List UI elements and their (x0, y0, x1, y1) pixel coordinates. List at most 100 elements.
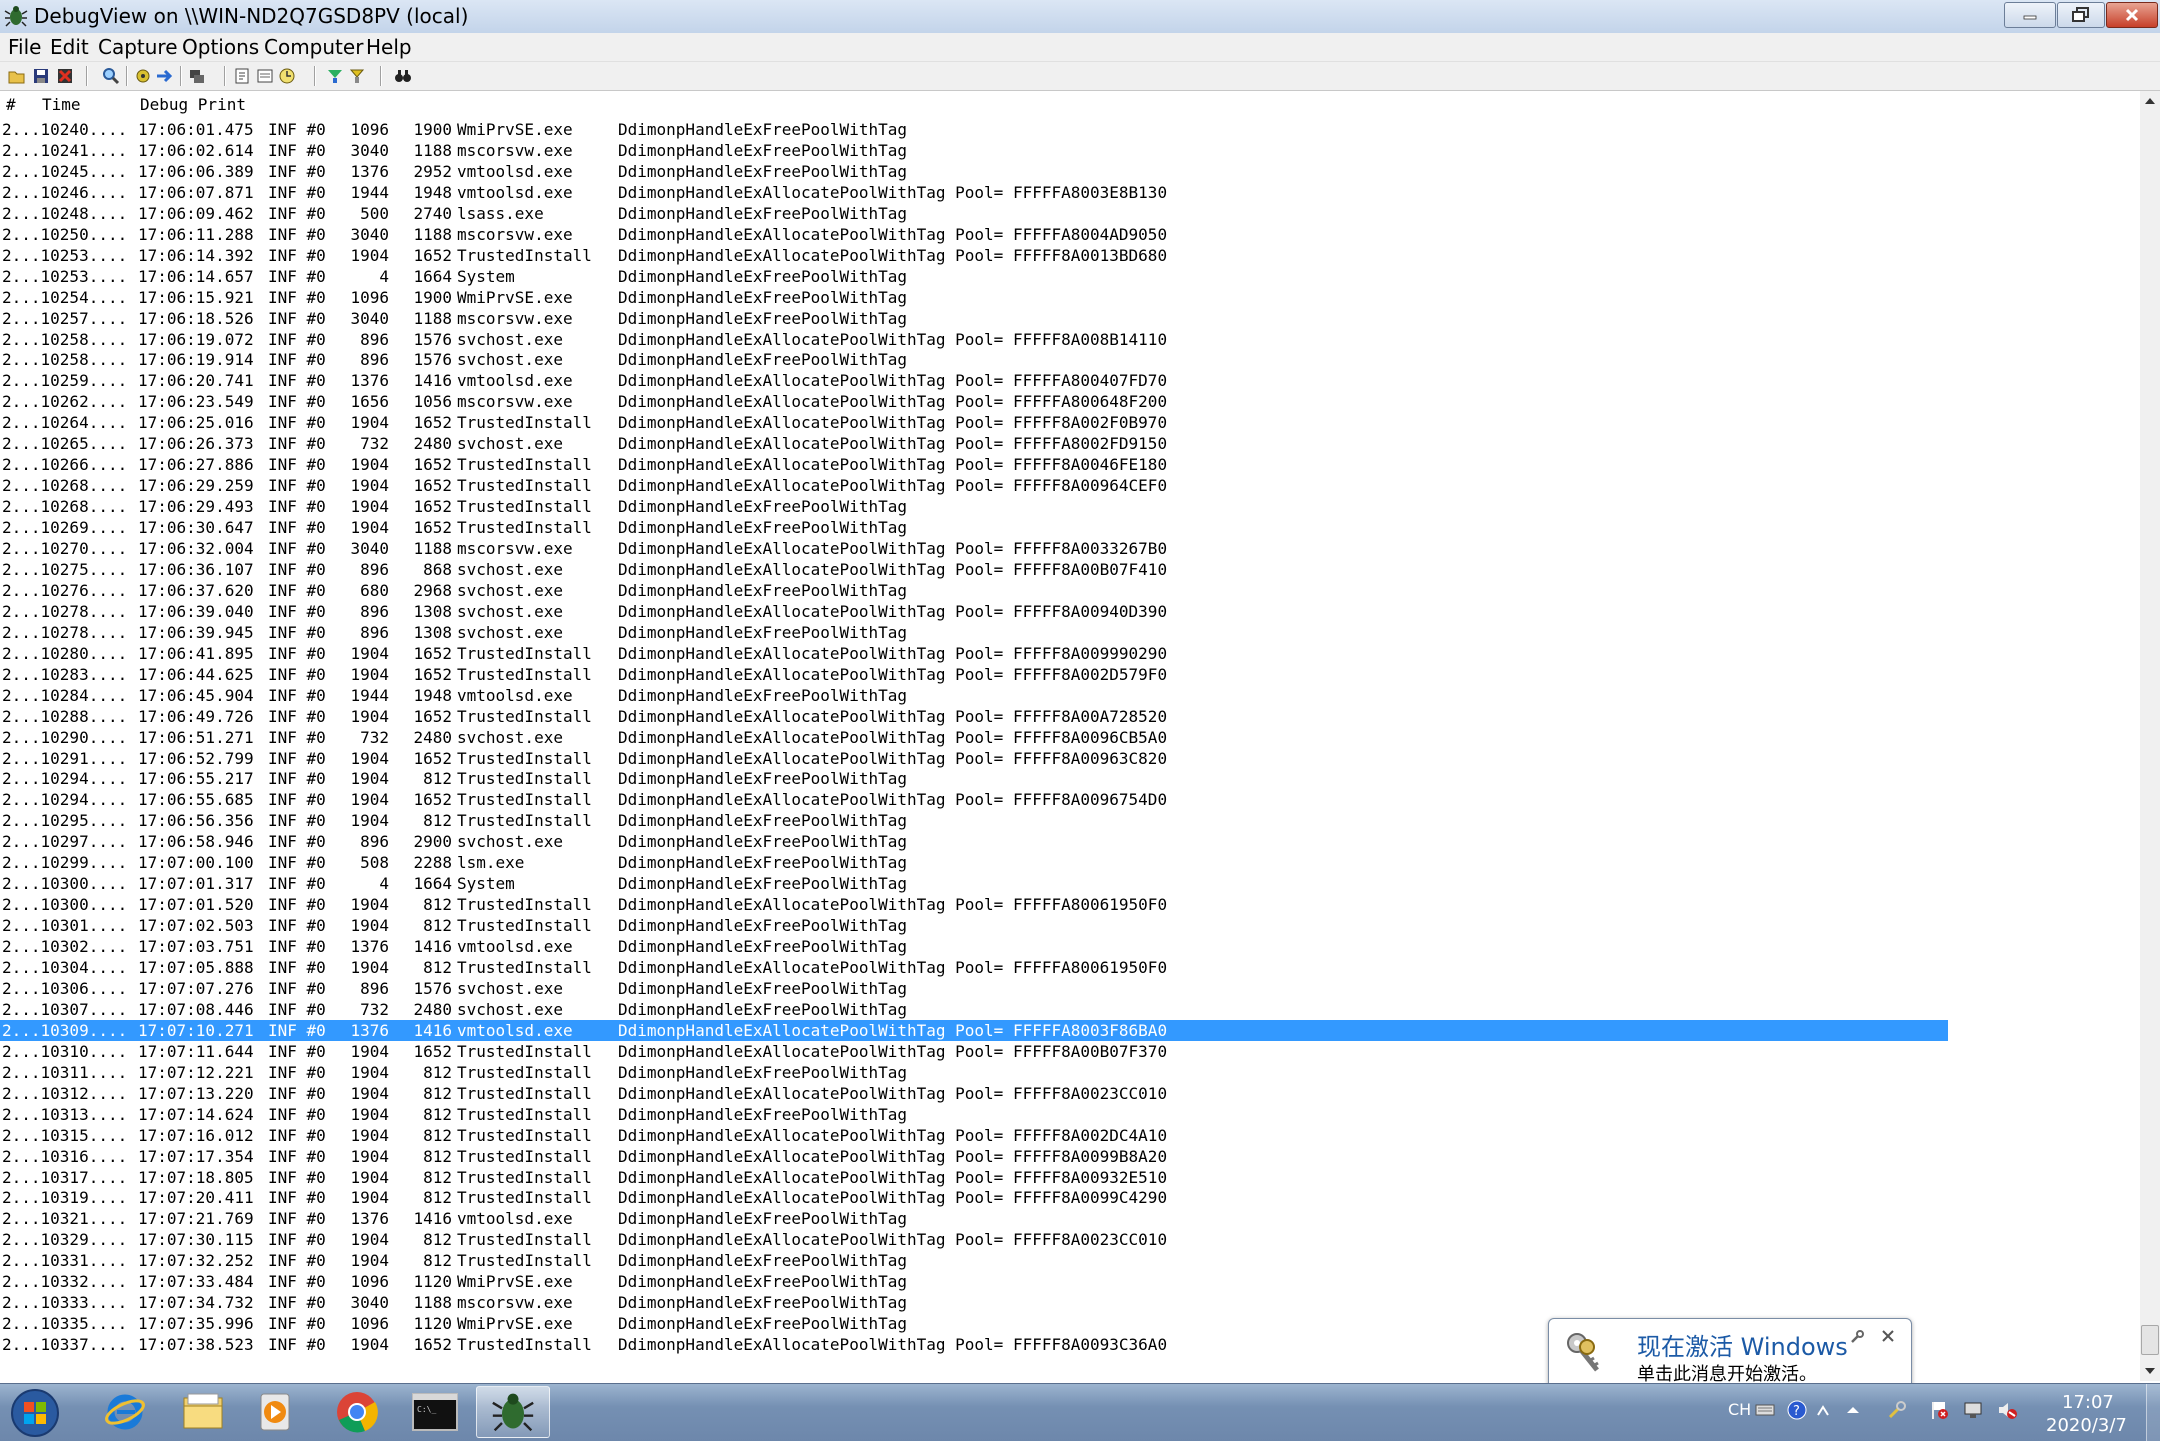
column-header-debug-print[interactable]: Debug Print (140, 95, 246, 114)
table-row[interactable]: 2...10332.... 17:07:33.484 INF #0 1096 1120 W… (0, 1271, 1948, 1292)
save-icon[interactable] (32, 67, 50, 85)
table-row[interactable]: 2...10276.... 17:06:37.620 INF #0 680 2968 sv… (0, 580, 1948, 601)
table-row[interactable]: 2...10317.... 17:07:18.805 INF #0 1904 812 Tr… (0, 1167, 1948, 1188)
menu-help[interactable]: Help (366, 35, 412, 59)
search-binoculars-icon[interactable] (394, 67, 412, 85)
autoscroll-icon[interactable] (156, 67, 174, 85)
table-row[interactable]: 2...10258.... 17:06:19.914 INF #0 896 1576 sv… (0, 349, 1948, 370)
table-row-selected[interactable]: 2...10309.... 17:07:10.271 INF #0 1376 1416 v… (0, 1019, 1948, 1041)
table-row[interactable]: 2...10300.... 17:07:01.520 INF #0 1904 812 Tr… (0, 894, 1948, 915)
show-desktop-button[interactable] (2146, 1384, 2160, 1441)
table-row[interactable]: 2...10294.... 17:06:55.685 INF #0 1904 1652 T… (0, 789, 1948, 810)
clock-icon[interactable] (278, 67, 296, 85)
connect-icon[interactable] (188, 67, 206, 85)
vertical-scrollbar[interactable] (2140, 91, 2160, 1381)
wrench-tray-icon[interactable] (1886, 1399, 1908, 1421)
table-row[interactable]: 2...10269.... 17:06:30.647 INF #0 1904 1652 T… (0, 517, 1948, 538)
table-row[interactable]: 2...10295.... 17:06:56.356 INF #0 1904 812 Tr… (0, 810, 1948, 831)
table-row[interactable]: 2...10258.... 17:06:19.072 INF #0 896 1576 sv… (0, 329, 1948, 350)
capture-icon[interactable] (134, 67, 152, 85)
taskbar-file-explorer[interactable] (166, 1386, 240, 1438)
close-button[interactable] (2106, 2, 2158, 28)
table-row[interactable]: 2...10245.... 17:06:06.389 INF #0 1376 2952 v… (0, 161, 1948, 182)
table-row[interactable]: 2...10301.... 17:07:02.503 INF #0 1904 812 Tr… (0, 915, 1948, 936)
table-row[interactable]: 2...10306.... 17:07:07.276 INF #0 896 1576 sv… (0, 978, 1948, 999)
table-row[interactable]: 2...10290.... 17:06:51.271 INF #0 732 2480 sv… (0, 727, 1948, 748)
taskbar-media-player[interactable] (238, 1386, 312, 1438)
table-row[interactable]: 2...10246.... 17:06:07.871 INF #0 1944 1948 v… (0, 182, 1948, 203)
show-hidden-icons-icon[interactable] (1842, 1399, 1864, 1421)
table-row[interactable]: 2...10333.... 17:07:34.732 INF #0 3040 1188 m… (0, 1292, 1948, 1313)
table-row[interactable]: 2...10307.... 17:07:08.446 INF #0 732 2480 sv… (0, 999, 1948, 1020)
table-row[interactable]: 2...10300.... 17:07:01.317 INF #0 4 1664 Syst… (0, 873, 1948, 894)
table-row[interactable]: 2...10284.... 17:06:45.904 INF #0 1944 1948 v… (0, 685, 1948, 706)
column-header-time[interactable]: Time (42, 95, 81, 114)
clock-date[interactable]: 2020/3/7 (2046, 1415, 2127, 1436)
table-row[interactable]: 2...10250.... 17:06:11.288 INF #0 3040 1188 m… (0, 224, 1948, 245)
column-header-number[interactable]: # (6, 95, 16, 114)
table-row[interactable]: 2...10278.... 17:06:39.040 INF #0 896 1308 sv… (0, 601, 1948, 622)
help-icon[interactable]: ? (1786, 1399, 1808, 1421)
table-row[interactable]: 2...10257.... 17:06:18.526 INF #0 3040 1188 m… (0, 308, 1948, 329)
table-row[interactable]: 2...10311.... 17:07:12.221 INF #0 1904 812 Tr… (0, 1062, 1948, 1083)
table-row[interactable]: 2...10266.... 17:06:27.886 INF #0 1904 1652 T… (0, 454, 1948, 475)
activation-notification[interactable]: 现在激活 Windows 单击此消息开始激活。 (1548, 1318, 1923, 1405)
table-row[interactable]: 2...10283.... 17:06:44.625 INF #0 1904 1652 T… (0, 664, 1948, 685)
table-row[interactable]: 2...10268.... 17:06:29.259 INF #0 1904 1652 T… (0, 475, 1948, 496)
menu-file[interactable]: File (8, 35, 41, 59)
table-row[interactable]: 2...10262.... 17:06:23.549 INF #0 1656 1056 m… (0, 391, 1948, 412)
table-row[interactable]: 2...10265.... 17:06:26.373 INF #0 732 2480 sv… (0, 433, 1948, 454)
table-row[interactable]: 2...10264.... 17:06:25.016 INF #0 1904 1652 T… (0, 412, 1948, 433)
filter-icon[interactable] (234, 67, 252, 85)
taskbar-chrome[interactable] (320, 1386, 394, 1438)
table-row[interactable]: 2...10331.... 17:07:32.252 INF #0 1904 812 Tr… (0, 1250, 1948, 1271)
ime-options-icon[interactable] (1812, 1399, 1834, 1421)
table-row[interactable]: 2...10319.... 17:07:20.411 INF #0 1904 812 Tr… (0, 1187, 1948, 1208)
menu-options[interactable]: Options (182, 35, 259, 59)
table-row[interactable]: 2...10321.... 17:07:21.769 INF #0 1376 1416 v… (0, 1208, 1948, 1229)
clear-icon[interactable] (56, 67, 74, 85)
table-row[interactable]: 2...10315.... 17:07:16.012 INF #0 1904 812 Tr… (0, 1125, 1948, 1146)
table-row[interactable]: 2...10316.... 17:07:17.354 INF #0 1904 812 Tr… (0, 1146, 1948, 1167)
table-row[interactable]: 2...10291.... 17:06:52.799 INF #0 1904 1652 T… (0, 748, 1948, 769)
start-button-icon[interactable] (10, 1388, 60, 1438)
table-row[interactable]: 2...10240.... 17:06:01.475 INF #0 1096 1900 W… (0, 119, 1948, 140)
taskbar-command-prompt[interactable]: C:\_ (398, 1386, 472, 1438)
bookmark-icon[interactable] (348, 67, 366, 85)
find-icon[interactable] (102, 67, 120, 85)
table-row[interactable]: 2...10278.... 17:06:39.945 INF #0 896 1308 sv… (0, 622, 1948, 643)
table-row[interactable]: 2...10310.... 17:07:11.644 INF #0 1904 1652 T… (0, 1041, 1948, 1062)
notification-close-icon[interactable] (1879, 1327, 1897, 1345)
input-language-indicator[interactable]: CH (1728, 1400, 1751, 1419)
table-row[interactable]: 2...10312.... 17:07:13.220 INF #0 1904 812 Tr… (0, 1083, 1948, 1104)
table-row[interactable]: 2...10241.... 17:06:02.614 INF #0 3040 1188 m… (0, 140, 1948, 161)
table-row[interactable]: 2...10294.... 17:06:55.217 INF #0 1904 812 Tr… (0, 768, 1948, 789)
table-row[interactable]: 2...10254.... 17:06:15.921 INF #0 1096 1900 W… (0, 287, 1948, 308)
highlight-icon[interactable] (326, 67, 344, 85)
table-row[interactable]: 2...10297.... 17:06:58.946 INF #0 896 2900 sv… (0, 831, 1948, 852)
open-icon[interactable] (8, 67, 26, 85)
table-row[interactable]: 2...10270.... 17:06:32.004 INF #0 3040 1188 m… (0, 538, 1948, 559)
settings-wrench-icon[interactable] (1849, 1329, 1865, 1345)
restore-button[interactable] (2057, 2, 2105, 28)
taskbar-debugview[interactable] (476, 1386, 550, 1438)
table-row[interactable]: 2...10302.... 17:07:03.751 INF #0 1376 1416 v… (0, 936, 1948, 957)
taskbar-internet-explorer[interactable] (88, 1386, 162, 1438)
table-row[interactable]: 2...10288.... 17:06:49.726 INF #0 1904 1652 T… (0, 706, 1948, 727)
table-row[interactable]: 2...10259.... 17:06:20.741 INF #0 1376 1416 v… (0, 370, 1948, 391)
history-icon[interactable] (256, 67, 274, 85)
scroll-up-icon[interactable] (2140, 91, 2160, 111)
table-row[interactable]: 2...10280.... 17:06:41.895 INF #0 1904 1652 T… (0, 643, 1948, 664)
table-row[interactable]: 2...10248.... 17:06:09.462 INF #0 500 2740 ls… (0, 203, 1948, 224)
table-row[interactable]: 2...10304.... 17:07:05.888 INF #0 1904 812 Tr… (0, 957, 1948, 978)
menu-edit[interactable]: Edit (50, 35, 89, 59)
action-center-flag-icon[interactable] (1928, 1399, 1950, 1421)
menu-capture[interactable]: Capture (98, 35, 178, 59)
table-row[interactable]: 2...10253.... 17:06:14.657 INF #0 4 1664 Syst… (0, 266, 1948, 287)
table-row[interactable]: 2...10268.... 17:06:29.493 INF #0 1904 1652 T… (0, 496, 1948, 517)
clock-time[interactable]: 17:07 (2062, 1392, 2114, 1413)
keyboard-icon[interactable] (1754, 1399, 1776, 1421)
table-row[interactable]: 2...10299.... 17:07:00.100 INF #0 508 2288 ls… (0, 852, 1948, 873)
menu-computer[interactable]: Computer (264, 35, 363, 59)
scroll-down-icon[interactable] (2140, 1361, 2160, 1381)
